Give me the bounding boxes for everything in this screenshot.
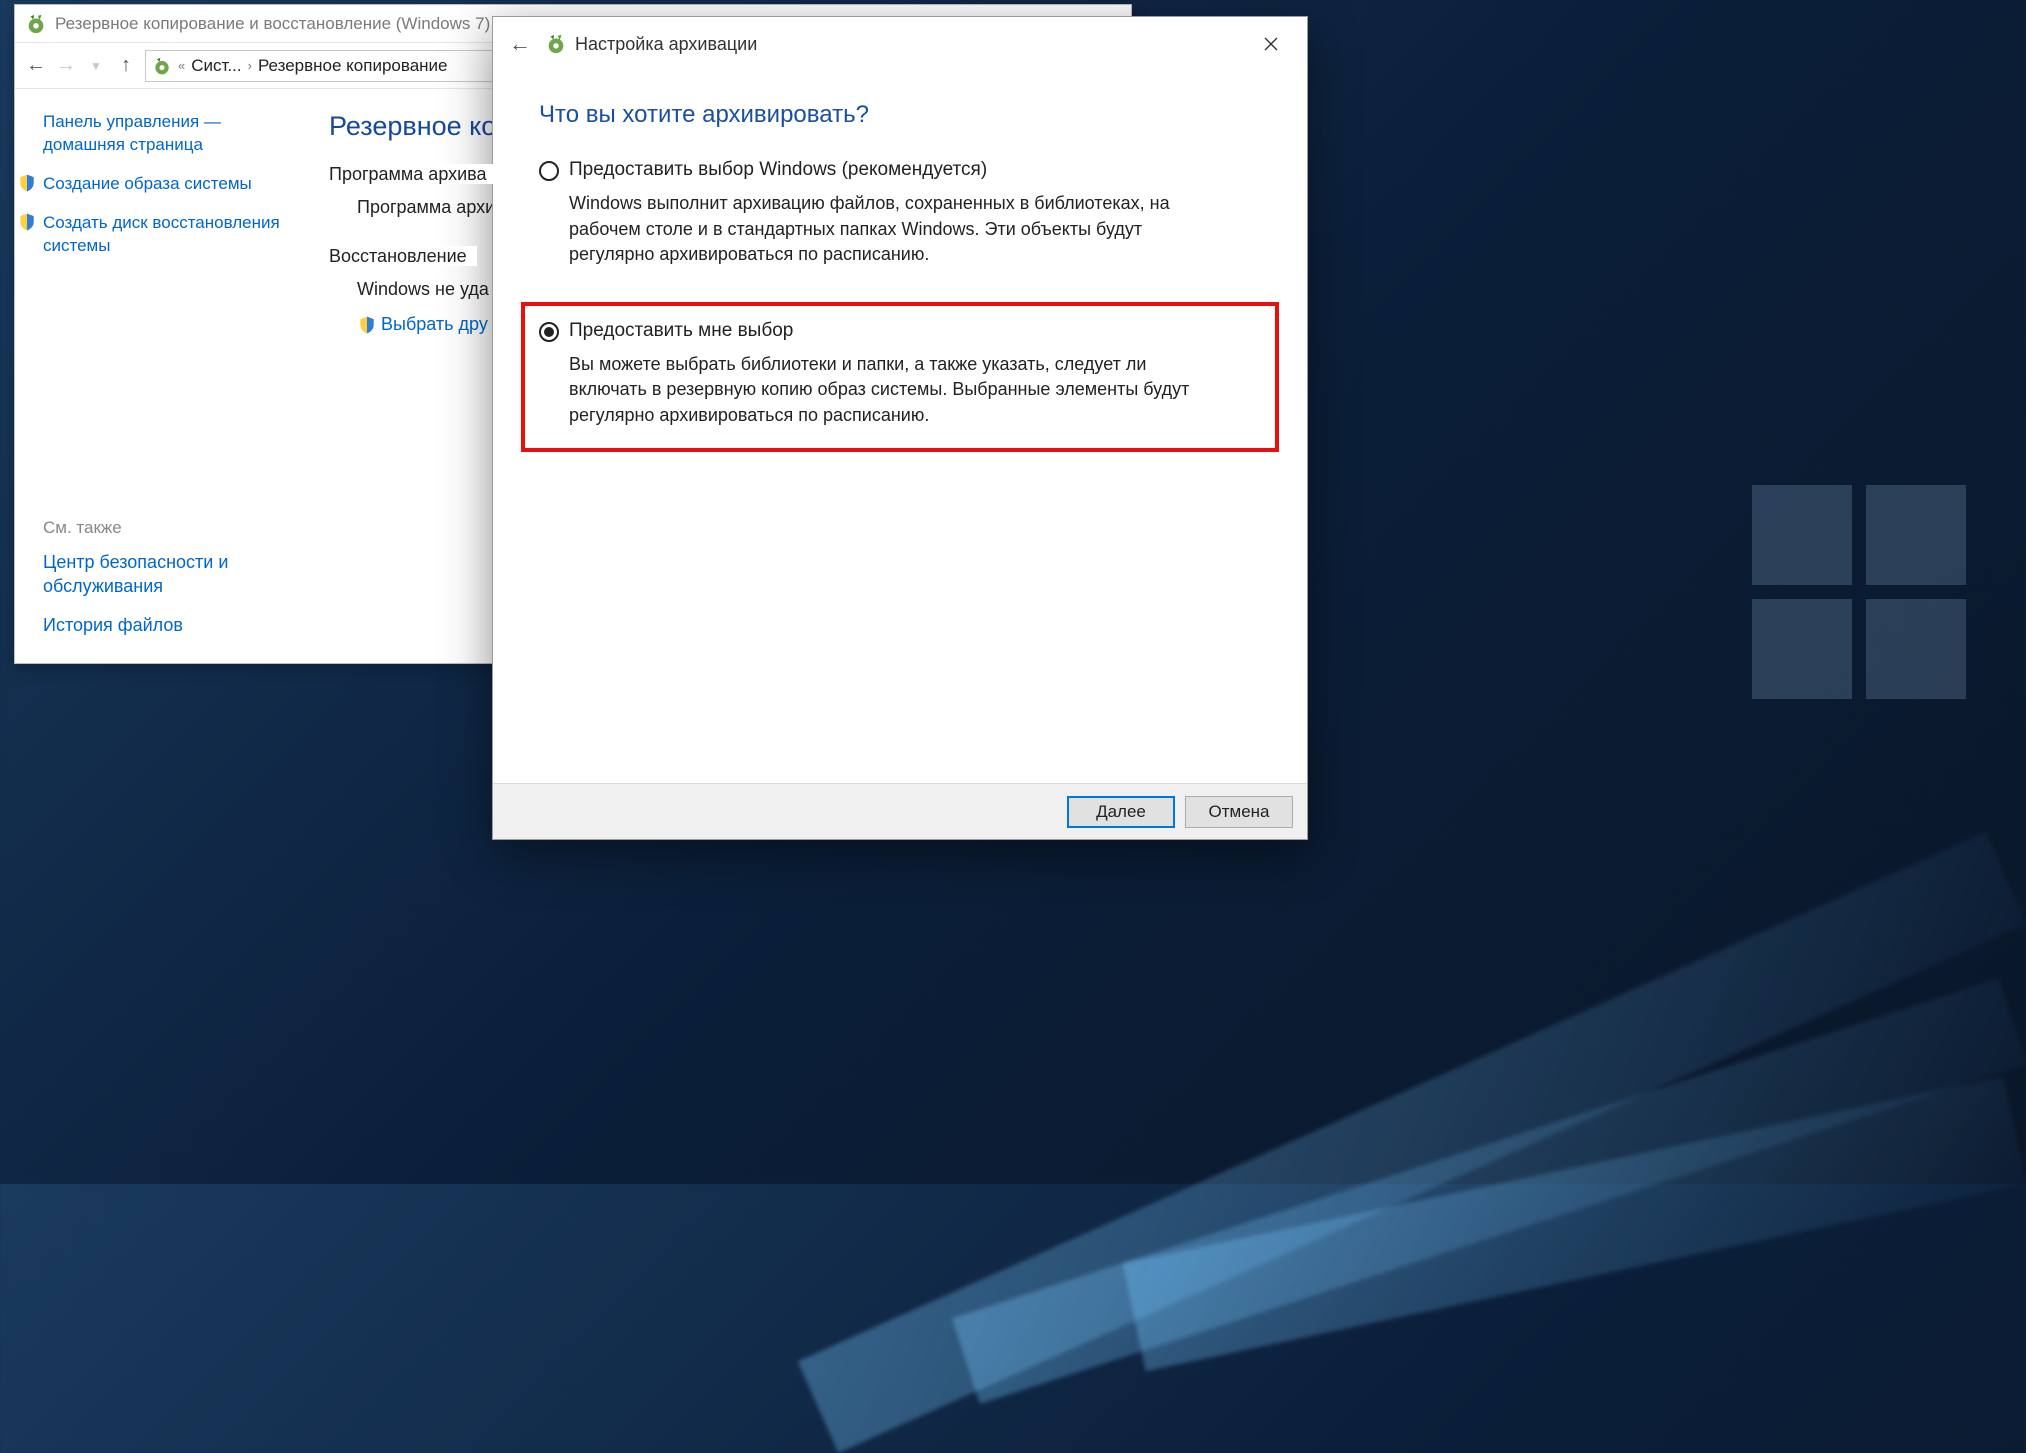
sidebar-create-disk-link[interactable]: Создать диск восстановления системы	[17, 212, 285, 258]
see-also-history-link[interactable]: История файлов	[43, 613, 303, 637]
nav-recent-dropdown[interactable]: ▼	[85, 55, 107, 77]
radio-icon	[539, 161, 559, 181]
dialog-title: Настройка архивации	[575, 34, 757, 55]
chevron-right-icon: ›	[248, 58, 252, 73]
sidebar-item-label: Создать диск восстановления системы	[43, 212, 285, 258]
window-title: Резервное копирование и восстановление (…	[55, 14, 490, 34]
shield-icon	[357, 315, 377, 335]
next-button[interactable]: Далее	[1067, 796, 1175, 828]
close-icon	[1264, 37, 1278, 51]
backup-wizard-dialog: ← Настройка архивации Что вы хотите архи…	[492, 16, 1308, 840]
dialog-heading: Что вы хотите архивировать?	[539, 101, 1261, 129]
dialog-body: Что вы хотите архивировать? Предоставить…	[493, 71, 1307, 472]
option-label: Предоставить мне выбор	[569, 320, 793, 342]
link-label: Выбрать дру	[381, 314, 488, 335]
sidebar-create-image-link[interactable]: Создание образа системы	[17, 173, 285, 196]
option-description: Вы можете выбрать библиотеки и папки, а …	[569, 352, 1229, 429]
backup-icon	[152, 56, 172, 76]
option-description: Windows выполнит архивацию файлов, сохра…	[569, 191, 1229, 268]
nav-up-button[interactable]: ↑	[115, 55, 137, 77]
breadcrumb[interactable]: Сист...	[191, 56, 241, 76]
chevron-left-icon: «	[178, 58, 185, 73]
option-label: Предоставить выбор Windows (рекомендуетс…	[569, 159, 987, 181]
see-also-security-link[interactable]: Центр безопасности и обслуживания	[43, 550, 303, 599]
sidebar: Панель управления — домашняя страница Со…	[15, 89, 305, 663]
cancel-button[interactable]: Отмена	[1185, 796, 1293, 828]
backup-icon	[545, 33, 567, 55]
dialog-titlebar: ← Настройка архивации	[493, 17, 1307, 71]
close-button[interactable]	[1249, 27, 1293, 61]
radio-icon	[539, 322, 559, 342]
shield-icon	[17, 212, 37, 232]
see-also-section: См. также Центр безопасности и обслужива…	[43, 490, 303, 651]
see-also-header: См. также	[43, 518, 303, 538]
shield-icon	[17, 173, 37, 193]
sidebar-item-label: Создание образа системы	[43, 173, 252, 196]
dialog-footer: Далее Отмена	[493, 783, 1307, 839]
option-let-windows-choose[interactable]: Предоставить выбор Windows (рекомендуетс…	[539, 159, 1261, 181]
sidebar-home-link[interactable]: Панель управления — домашняя страница	[43, 111, 285, 157]
option-let-me-choose[interactable]: Предоставить мне выбор	[539, 320, 1261, 342]
breadcrumb[interactable]: Резервное копирование	[258, 56, 448, 76]
windows-logo-grid	[1752, 485, 1966, 699]
backup-icon	[25, 13, 47, 35]
nav-back-button[interactable]: ←	[25, 55, 47, 77]
nav-forward-button[interactable]: →	[55, 55, 77, 77]
highlighted-option-box: Предоставить мне выбор Вы можете выбрать…	[521, 302, 1279, 453]
dialog-back-button[interactable]: ←	[507, 31, 533, 57]
